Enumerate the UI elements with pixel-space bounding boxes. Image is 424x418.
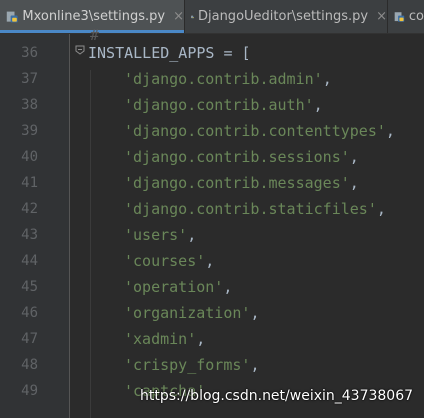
string-literal: 'django.contrib.contenttypes' [124,122,386,140]
code-line: 'organization', [124,300,259,326]
comma: , [349,174,359,192]
editor-tab-bar: Mxonline3\settings.py × DjangoUeditor\se… [0,0,424,34]
string-literal: 'django.contrib.sessions' [124,148,350,166]
string-literal: 'xadmin' [124,330,197,348]
line-number: 43 [21,227,38,243]
code-line: 'crispy_forms', [124,352,259,378]
code-line: 'django.contrib.auth', [124,92,323,118]
line-number: 44 [21,253,38,269]
comma: , [250,356,260,374]
python-file-icon [6,11,18,22]
comma: , [385,122,395,140]
code-line: 'django.contrib.sessions', [124,144,359,170]
line-number: 37 [21,71,38,87]
line-number: 39 [21,123,38,139]
close-icon[interactable]: × [376,9,387,24]
fold-icon[interactable] [74,44,86,56]
indent-guide [90,70,91,418]
comma: , [196,330,206,348]
string-literal: 'operation' [124,278,224,296]
line-number: 40 [21,149,38,165]
code-line: INSTALLED_APPS = [ [88,40,251,66]
code-line: 'xadmin', [124,326,205,352]
comma: , [376,200,386,218]
code-editor[interactable]: # 36 37 38 39 40 41 42 43 44 45 46 47 48 49 INSTALLED… [0,26,424,418]
watermark: https://blog.csdn.net/weixin_43738067 [140,388,414,404]
string-literal: 'django.contrib.messages' [124,174,350,192]
string-literal: 'users' [124,226,188,244]
string-literal: 'django.contrib.staticfiles' [124,200,377,218]
line-number: 42 [21,201,38,217]
tab-label: Mxonline3\settings.py [22,9,166,24]
comma: , [349,148,359,166]
code-line: 'courses', [124,248,214,274]
code-line: 'django.contrib.staticfiles', [124,196,386,222]
string-literal: 'courses' [124,252,206,270]
tab-label: DjangoUeditor\settings.py [197,9,369,24]
code-line: 'django.contrib.contenttypes', [124,118,395,144]
line-number: 45 [21,279,38,295]
code-line: 'operation', [124,274,232,300]
comma: , [313,96,323,114]
comma: , [250,304,260,322]
code-text: INSTALLED_APPS = [ [88,44,251,62]
comma: , [322,70,332,88]
tab-label: co [408,9,424,24]
line-number: 47 [21,331,38,347]
comma: , [223,278,233,296]
tab-djangoueditor-settings[interactable]: DjangoUeditor\settings.py × [185,0,387,33]
line-number: 36 [21,45,38,61]
tab-overflow[interactable]: co [388,0,424,33]
string-literal: 'django.contrib.admin' [124,70,323,88]
line-number: 38 [21,97,38,113]
line-number: 46 [21,305,38,321]
code-line: 'django.contrib.admin', [124,66,332,92]
string-literal: 'django.contrib.auth' [124,96,314,114]
code-line: 'django.contrib.messages', [124,170,359,196]
comma: , [187,226,197,244]
comma: , [205,252,215,270]
line-number: 49 [21,383,38,399]
python-file-icon [394,11,405,22]
python-file-icon [191,15,194,18]
string-literal: 'organization' [124,304,251,322]
gutter-divider [69,34,70,418]
line-number: 41 [21,175,38,191]
line-number: 48 [21,357,38,373]
string-literal: 'crispy_forms' [124,356,251,374]
close-icon[interactable]: × [173,9,184,24]
code-line: 'users', [124,222,196,248]
